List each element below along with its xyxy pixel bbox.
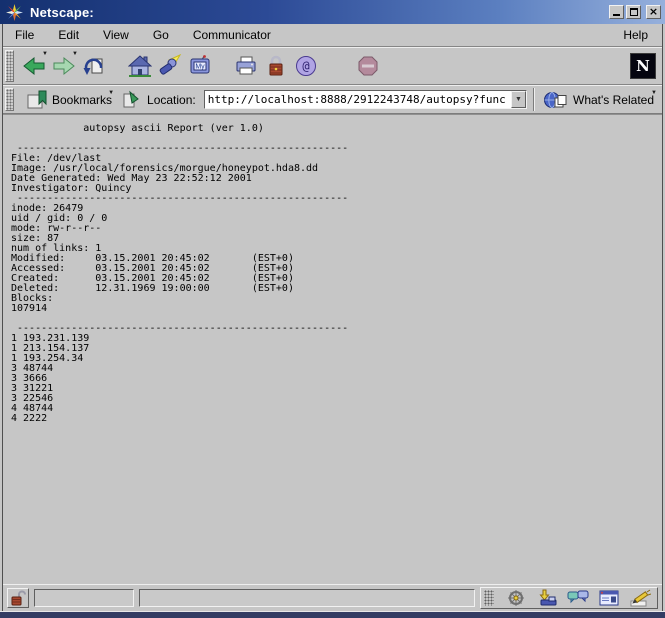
location-proxy-button[interactable] bbox=[119, 89, 143, 111]
back-button[interactable]: ▼ bbox=[19, 50, 49, 82]
composer-pen-icon bbox=[629, 589, 651, 607]
menu-communicator[interactable]: Communicator bbox=[193, 28, 271, 42]
my-netscape-icon: My bbox=[188, 54, 212, 78]
whats-related-label: What's Related bbox=[573, 93, 654, 107]
menu-edit[interactable]: Edit bbox=[58, 28, 79, 42]
stop-icon bbox=[356, 54, 380, 78]
forward-button[interactable]: ▼ bbox=[49, 50, 79, 82]
location-dropdown-button[interactable]: ▼ bbox=[511, 91, 526, 108]
title-bar[interactable]: Netscape: × bbox=[0, 0, 665, 24]
toolbar-grip[interactable] bbox=[5, 50, 14, 82]
home-button[interactable] bbox=[125, 50, 155, 82]
bookmarks-button[interactable]: ▼ Bookmarks bbox=[23, 89, 115, 111]
navigation-toolbar: ▼ ▼ bbox=[3, 47, 662, 85]
chevron-down-icon: ▼ bbox=[515, 96, 522, 103]
navigator-button[interactable] bbox=[505, 589, 527, 607]
bookmarks-dropdown-caret: ▼ bbox=[108, 90, 114, 96]
close-icon: × bbox=[649, 7, 658, 17]
whats-related-dropdown-caret: ▼ bbox=[651, 90, 657, 96]
url-box: ▼ bbox=[204, 90, 527, 109]
netscape-app-icon bbox=[6, 4, 23, 21]
reload-icon bbox=[82, 54, 106, 78]
mailbox-icon bbox=[536, 589, 558, 607]
forward-icon bbox=[51, 54, 77, 78]
menu-view[interactable]: View bbox=[103, 28, 129, 42]
mailbox-button[interactable] bbox=[536, 589, 558, 607]
menu-help[interactable]: Help bbox=[623, 28, 648, 42]
component-bar bbox=[480, 587, 658, 609]
window-frame: File Edit View Go Communicator Help ▼ ▼ bbox=[0, 24, 665, 611]
reload-button[interactable] bbox=[79, 50, 109, 82]
svg-text:My: My bbox=[195, 64, 205, 71]
maximize-button[interactable] bbox=[626, 5, 641, 19]
minimize-button[interactable] bbox=[609, 5, 624, 19]
whats-related-button[interactable]: ▼ What's Related bbox=[541, 89, 658, 111]
composer-button[interactable] bbox=[629, 589, 651, 607]
autopsy-report-text: autopsy ascii Report (ver 1.0) ---------… bbox=[11, 124, 662, 424]
status-message-panel bbox=[139, 589, 475, 607]
speech-bubbles-icon bbox=[567, 589, 589, 607]
close-button[interactable]: × bbox=[646, 5, 661, 19]
maximize-icon bbox=[630, 8, 638, 16]
location-input[interactable] bbox=[205, 91, 511, 108]
location-toolbar-grip[interactable] bbox=[5, 88, 14, 111]
window-bottom-frame bbox=[0, 611, 665, 618]
back-icon bbox=[21, 54, 47, 78]
my-netscape-button[interactable]: My bbox=[185, 50, 215, 82]
location-toolbar: ▼ Bookmarks Location: ▼ bbox=[3, 85, 662, 114]
window-inner: File Edit View Go Communicator Help ▼ ▼ bbox=[2, 24, 663, 611]
netscape-window: Netscape: × File Edit View Go Communicat… bbox=[0, 0, 665, 618]
menu-file[interactable]: File bbox=[15, 28, 34, 42]
location-label: Location: bbox=[147, 93, 196, 107]
whats-related-globe-icon bbox=[543, 90, 569, 110]
netscape-logo-throbber[interactable]: N bbox=[630, 53, 656, 79]
open-lock-icon bbox=[10, 590, 26, 606]
forward-dropdown-caret: ▼ bbox=[72, 51, 78, 57]
ship-wheel-icon bbox=[506, 589, 526, 607]
security-status-button[interactable] bbox=[7, 588, 29, 608]
security-button[interactable] bbox=[261, 50, 291, 82]
menu-bar: File Edit View Go Communicator Help bbox=[3, 24, 662, 47]
discussions-button[interactable] bbox=[567, 589, 589, 607]
search-icon bbox=[158, 54, 182, 78]
minimize-icon bbox=[613, 14, 620, 16]
back-dropdown-caret: ▼ bbox=[42, 51, 48, 57]
home-icon bbox=[128, 54, 152, 78]
shop-icon: @ bbox=[294, 54, 318, 78]
progress-panel bbox=[34, 589, 134, 607]
svg-text:@: @ bbox=[302, 59, 309, 73]
print-button[interactable] bbox=[231, 50, 261, 82]
window-title: Netscape: bbox=[30, 5, 94, 20]
security-lock-icon bbox=[265, 54, 287, 78]
bookmarks-label: Bookmarks bbox=[52, 93, 112, 107]
address-book-icon bbox=[598, 589, 620, 607]
stop-button[interactable] bbox=[353, 50, 383, 82]
bookmarks-icon bbox=[26, 90, 48, 110]
menu-go[interactable]: Go bbox=[153, 28, 169, 42]
location-proxy-icon bbox=[122, 90, 140, 110]
print-icon bbox=[234, 54, 258, 78]
browser-content-area: autopsy ascii Report (ver 1.0) ---------… bbox=[3, 114, 662, 584]
toolbar-separator bbox=[533, 88, 535, 111]
component-bar-grip[interactable] bbox=[484, 590, 494, 606]
address-book-button[interactable] bbox=[598, 589, 620, 607]
status-bar bbox=[3, 584, 662, 611]
search-button[interactable] bbox=[155, 50, 185, 82]
shop-button[interactable]: @ bbox=[291, 50, 321, 82]
